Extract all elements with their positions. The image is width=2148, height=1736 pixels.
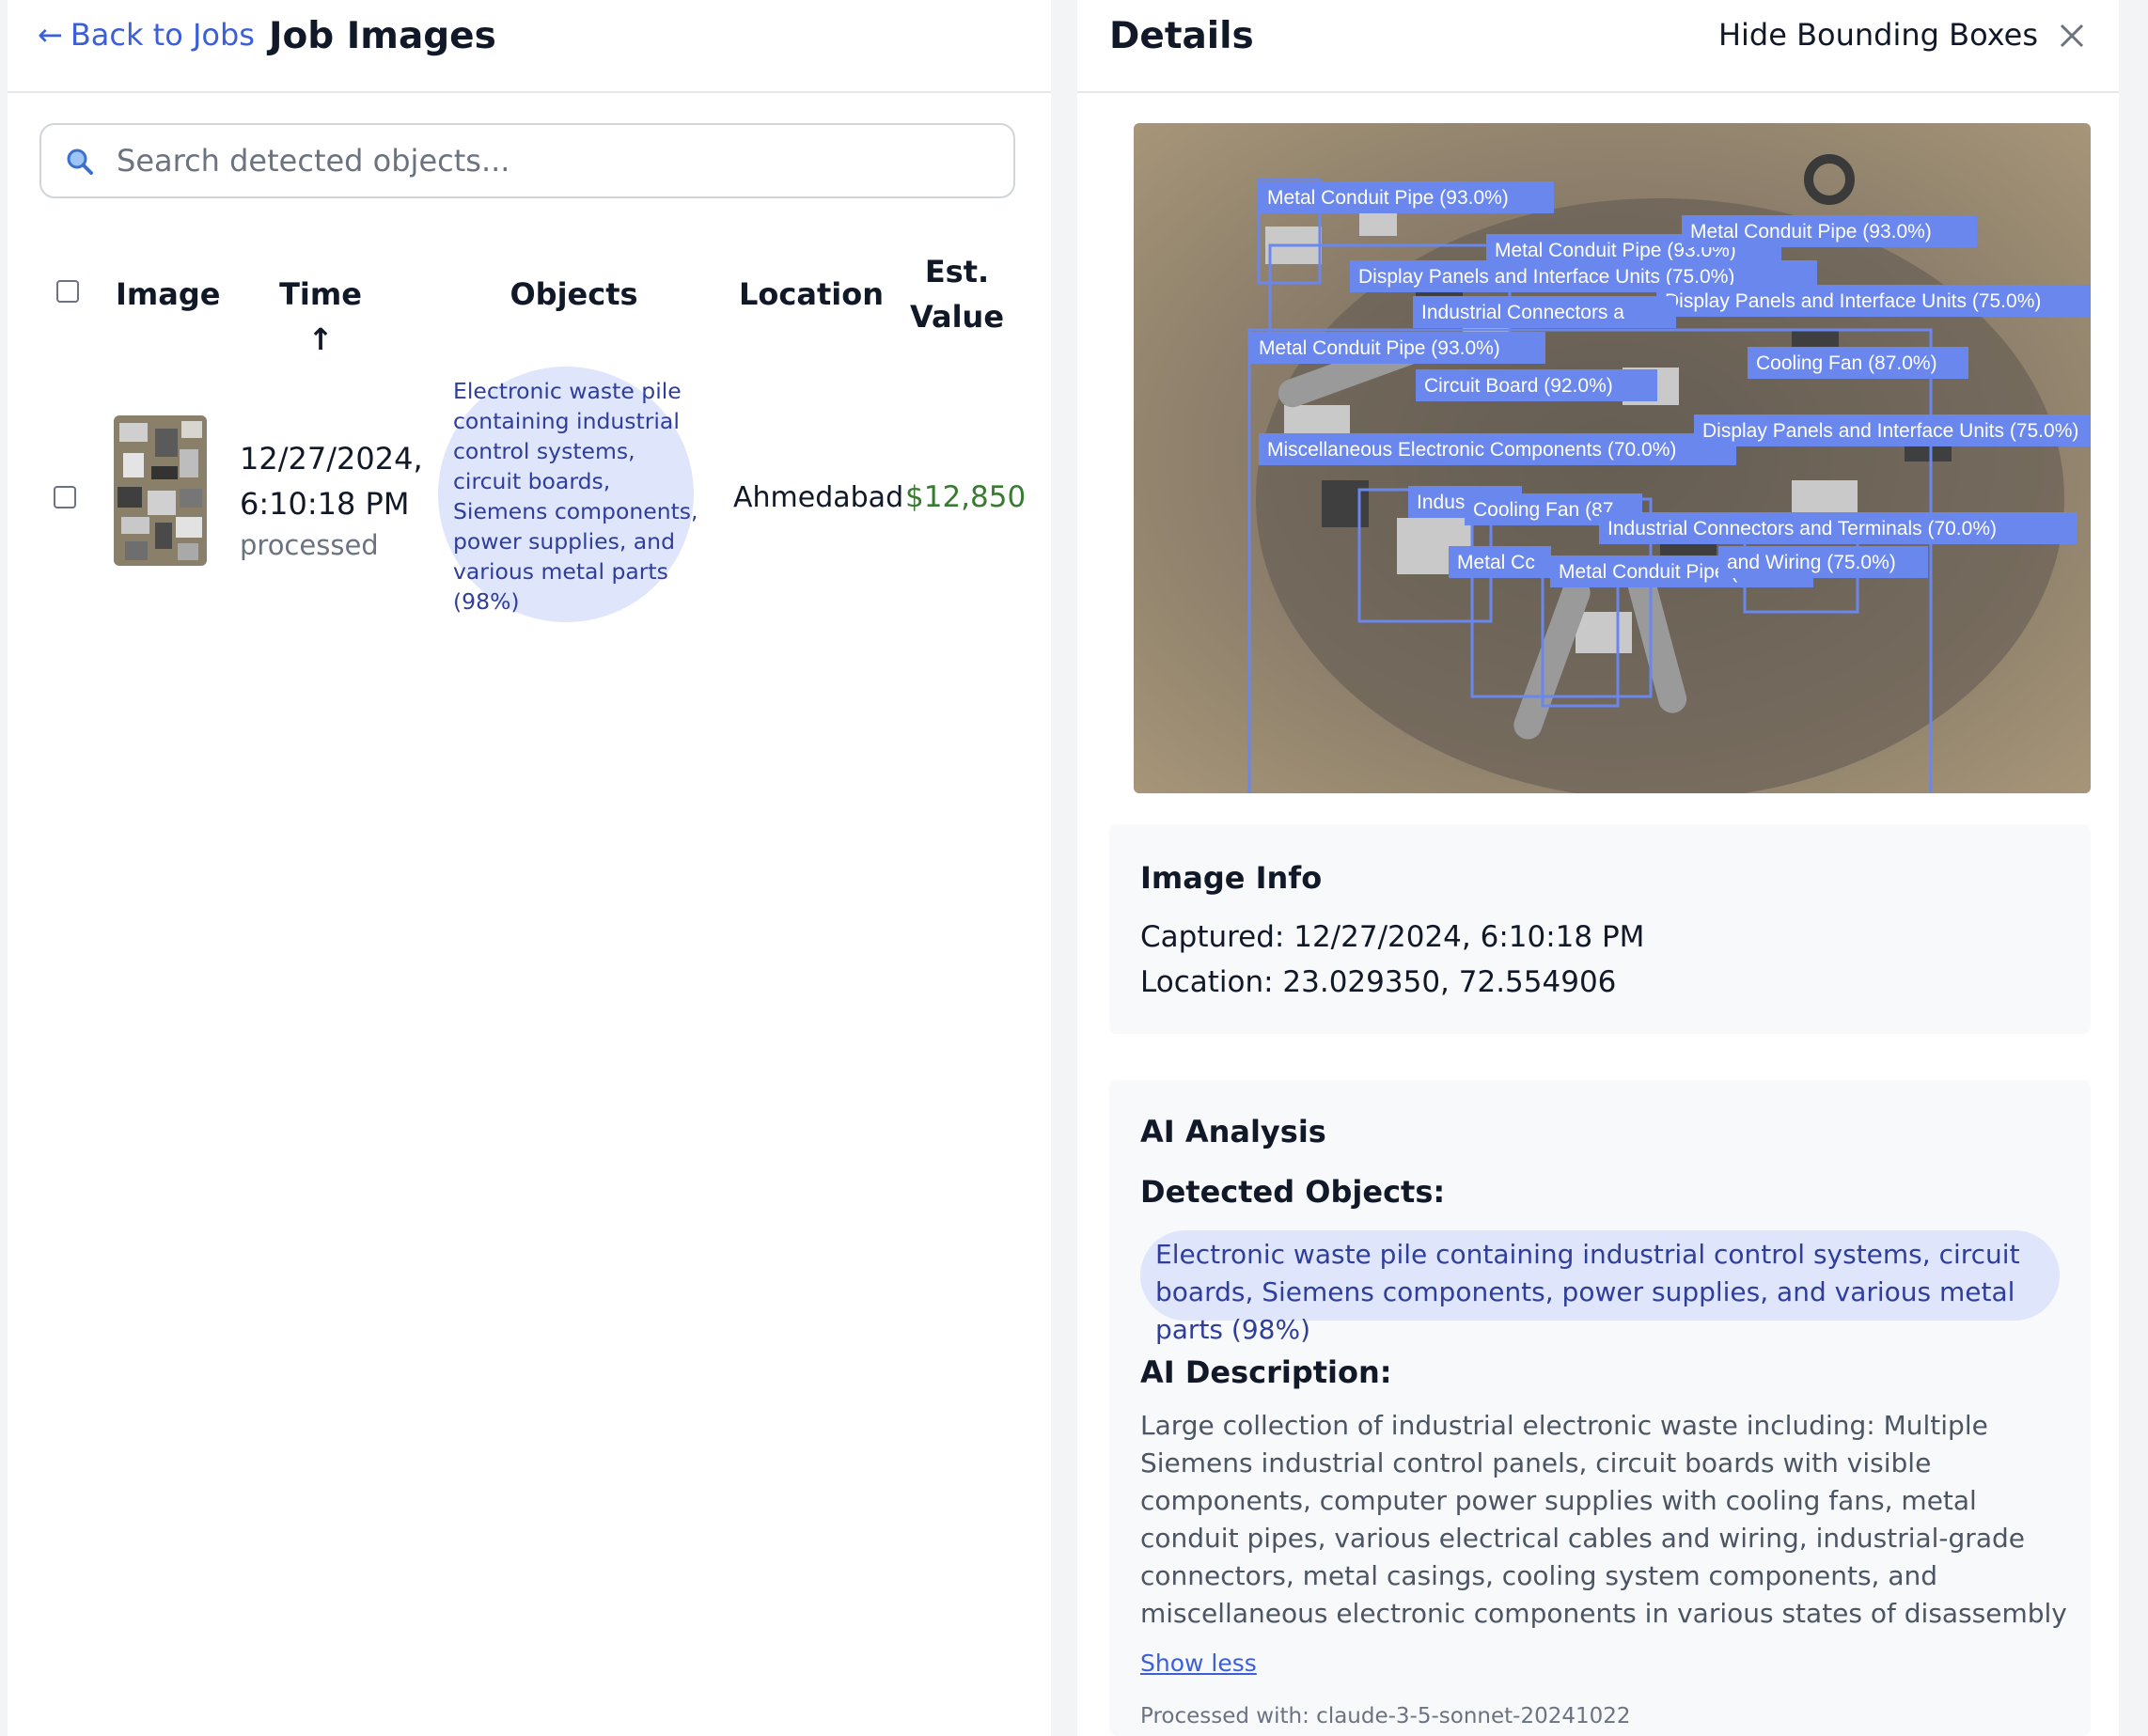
svg-text:Metal Cc: Metal Cc	[1457, 552, 1535, 573]
value-header-line1: Est.	[924, 254, 990, 289]
show-less-link[interactable]: Show less	[1140, 1650, 1257, 1677]
details-header: Details Hide Bounding Boxes	[1077, 0, 2119, 93]
captured-time: Captured: 12/27/2024, 6:10:18 PM	[1140, 920, 1645, 954]
svg-text:Industrial Connectors and Term: Industrial Connectors and Terminals (70.…	[1607, 518, 1997, 540]
bounding-box-label: Display Panels and Interface Units (75.0…	[1656, 285, 2091, 317]
bounding-box-label: and Wiring (75.0%)	[1718, 546, 1928, 578]
ai-description-heading: AI Description:	[1140, 1354, 1392, 1390]
bounding-box-labels: Metal Conduit Pipe (93.0%) Metal Conduit …	[1250, 181, 2091, 587]
bounding-box-label: Display Panels and Interface Units (75.0…	[1694, 414, 2091, 446]
detection-image[interactable]: Metal Conduit Pipe (93.0%) Metal Conduit …	[1134, 123, 2091, 793]
svg-text:Circuit Board (92.0%): Circuit Board (92.0%)	[1424, 375, 1613, 397]
svg-text:Metal Conduit Pipe (93.0%): Metal Conduit Pipe (93.0%)	[1259, 337, 1500, 359]
svg-text:Industrial Connectors a: Industrial Connectors a	[1421, 302, 1624, 323]
detected-objects-text: Electronic waste pile containing industr…	[1155, 1239, 2020, 1345]
column-header-objects[interactable]: Objects	[501, 272, 647, 317]
search-input[interactable]: Search detected objects...	[117, 143, 510, 179]
job-images-panel: ← Back to Jobs Job Images Search detected…	[8, 0, 1051, 1736]
image-info-heading: Image Info	[1140, 860, 1323, 896]
row-status: processed	[240, 529, 379, 561]
select-all-checkbox[interactable]	[56, 280, 79, 303]
column-header-location[interactable]: Location	[727, 272, 896, 317]
ai-analysis-heading: AI Analysis	[1140, 1114, 1326, 1150]
details-title: Details	[1109, 15, 1254, 57]
bounding-box-label: Cooling Fan (87.0%)	[1748, 347, 1968, 379]
svg-text:Display Panels and Interface U: Display Panels and Interface Units (75.0…	[1702, 420, 2078, 442]
row-value: $12,850	[905, 480, 1027, 514]
bounding-box-label: Industrial Connectors and Terminals (70.…	[1599, 512, 2077, 544]
processed-with-label: Processed with: claude-3-5-sonnet-202410…	[1140, 1704, 1631, 1728]
svg-text:Metal Conduit Pipe (93.0%): Metal Conduit Pipe (93.0%)	[1690, 221, 1932, 242]
row-time: 12/27/2024, 6:10:18 PM processed	[240, 436, 423, 564]
svg-text:Cooling Fan (87: Cooling Fan (87	[1473, 499, 1613, 521]
svg-text:Metal Conduit Pipe (93.0%): Metal Conduit Pipe (93.0%)	[1267, 187, 1509, 209]
value-header-line2: Value	[909, 299, 1005, 335]
svg-text:Display Panels and Interface U: Display Panels and Interface Units (75.0…	[1358, 266, 1734, 288]
left-header: ← Back to Jobs Job Images	[8, 0, 1051, 93]
bounding-box-label: Metal Conduit Pipe (93.0%)	[1682, 215, 1977, 247]
bounding-box-label: Circuit Board (92.0%)	[1416, 369, 1657, 401]
svg-text:Cooling Fan (87.0%): Cooling Fan (87.0%)	[1756, 352, 1937, 374]
row-time-date: 12/27/2024,	[240, 441, 423, 477]
bounding-box-label: Industrial Connectors a	[1413, 296, 1676, 328]
svg-text:and Wiring (75.0%): and Wiring (75.0%)	[1727, 552, 1896, 573]
column-header-image[interactable]: Image	[116, 272, 220, 317]
bounding-box-label: Metal Cc	[1449, 546, 1551, 578]
detected-objects-pill: Electronic waste pile containing industr…	[1140, 1230, 2060, 1345]
row-checkbox[interactable]	[54, 486, 76, 508]
close-icon[interactable]	[2059, 23, 2085, 49]
hide-bounding-boxes-button[interactable]: Hide Bounding Boxes	[1718, 17, 2038, 53]
ai-analysis-card: AI Analysis Detected Objects: Electronic…	[1109, 1080, 2091, 1736]
row-objects: Electronic waste pile containing industr…	[453, 378, 698, 615]
column-header-value[interactable]: Est. Value	[905, 249, 1009, 339]
search-icon	[67, 149, 93, 175]
ai-description-text: Large collection of industrial electroni…	[1140, 1410, 2067, 1629]
page-title: Job Images	[269, 15, 496, 57]
search-box[interactable]: Search detected objects...	[39, 123, 1015, 198]
svg-text:Miscellaneous Electronic Compo: Miscellaneous Electronic Components (70.…	[1267, 439, 1676, 461]
row-thumbnail[interactable]	[114, 415, 207, 566]
back-to-jobs-link[interactable]: ← Back to Jobs	[38, 17, 255, 53]
row-location: Ahmedabad	[733, 481, 904, 514]
details-panel: Details Hide Bounding Boxes Metal Condui…	[1077, 0, 2119, 1736]
svg-text:Display Panels and Interface U: Display Panels and Interface Units (75.0…	[1665, 290, 2041, 312]
image-info-card: Image Info Captured: 12/27/2024, 6:10:18…	[1109, 824, 2091, 1034]
bounding-box-label: Metal Conduit Pipe (93.0%)	[1250, 332, 1545, 364]
back-arrow-icon: ←	[38, 17, 63, 53]
detected-objects-heading: Detected Objects:	[1140, 1174, 1446, 1210]
column-header-time[interactable]: Time ↑	[269, 272, 372, 362]
back-label: Back to Jobs	[70, 17, 255, 53]
row-time-clock: 6:10:18 PM	[240, 486, 410, 522]
location-coordinates: Location: 23.029350, 72.554906	[1140, 965, 1617, 999]
bounding-box-label: Metal Conduit Pipe (93.0%)	[1259, 181, 1554, 213]
bounding-box-label: Miscellaneous Electronic Components (70.…	[1259, 433, 1736, 465]
